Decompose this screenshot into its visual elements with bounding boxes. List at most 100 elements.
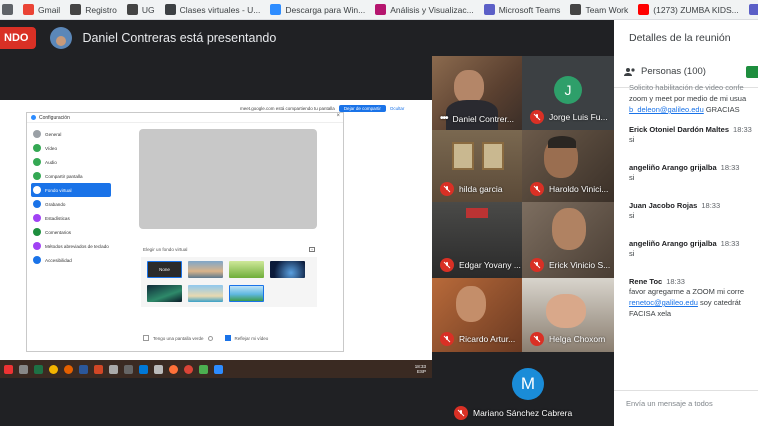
- calculator-icon[interactable]: [109, 364, 118, 374]
- participant-tile[interactable]: M Mariano Sánchez Cabrera: [448, 352, 614, 426]
- message-text: si: [629, 211, 635, 220]
- bookmark-item[interactable]: [2, 4, 13, 15]
- bookmark-label: Registro: [85, 4, 117, 15]
- message-text: favor agregarme a ZOOM mi corre: [629, 287, 745, 296]
- chat-input[interactable]: Envía un mensaje a todos: [626, 399, 713, 408]
- thumb-beach[interactable]: [188, 284, 223, 302]
- menu-item-label: Vídeo: [45, 145, 58, 151]
- bookmarks-bar: Gmail Registro UG Clases virtuales - U... De…: [0, 0, 758, 20]
- mic-off-icon: [440, 332, 454, 346]
- settings-menu-item[interactable]: Estadísticas: [31, 211, 111, 225]
- video-preview: [139, 129, 317, 229]
- chrome-icon-2[interactable]: [184, 364, 193, 374]
- settings-menu-item[interactable]: Audio: [31, 155, 111, 169]
- email-link[interactable]: b_deleon@galileo.edu: [629, 105, 704, 114]
- word-icon[interactable]: [79, 364, 88, 374]
- participant-name: Edgar Yovany ...: [440, 258, 521, 272]
- participant-tile[interactable]: Ricardo Artur...: [432, 278, 522, 352]
- presenting-bar: NDO Daniel Contreras está presentando: [0, 20, 614, 56]
- chat-tab-icon[interactable]: [746, 66, 758, 78]
- participant-tile[interactable]: ••• Daniel Contrer...: [432, 56, 522, 130]
- thumb-none[interactable]: None: [147, 261, 182, 278]
- tab-people[interactable]: Personas (100): [624, 66, 706, 77]
- green-screen-label: Tengo una pantalla verde: [153, 335, 204, 341]
- chat-input-divider: [614, 390, 758, 391]
- bookmark-item[interactable]: Clases virtuales - U...: [164, 4, 260, 15]
- participant-tile[interactable]: Edgar Yovany ...: [432, 202, 522, 278]
- participant-tile[interactable]: Erick Vinicio S...: [522, 202, 614, 278]
- participant-name: Helga Choxom: [530, 332, 605, 346]
- bookmark-item[interactable]: UG: [126, 4, 155, 15]
- zoom-logo-icon: [31, 115, 36, 120]
- green-screen-checkbox[interactable]: [143, 335, 149, 341]
- menu-item-label: Comentarios: [45, 229, 72, 235]
- zoom-taskbar-icon[interactable]: [214, 364, 223, 374]
- bookmark-item[interactable]: Análisis y Visualizac...: [375, 4, 474, 15]
- thumb-grass[interactable]: [229, 261, 264, 278]
- photos-icon[interactable]: [139, 364, 148, 374]
- message-text: FACISA xela: [629, 309, 672, 318]
- windows-start-icon[interactable]: [4, 364, 13, 374]
- participant-name: Erick Vinicio S...: [530, 258, 610, 272]
- bookmark-item[interactable]: MicrosoftTeams: [748, 4, 758, 15]
- settings-taskbar-icon[interactable]: [154, 364, 163, 374]
- gmail-icon: [23, 4, 34, 15]
- chrome-icon[interactable]: [49, 364, 58, 374]
- menu-item-label: General: [45, 131, 62, 137]
- background-thumbnails: None: [141, 257, 317, 307]
- email-link[interactable]: renetoc@galileo.edu: [629, 298, 698, 307]
- settings-menu-item[interactable]: Fondo virtual: [31, 183, 111, 197]
- bookmark-item[interactable]: Gmail: [23, 4, 60, 15]
- settings-menu-item[interactable]: Comentarios: [31, 225, 111, 239]
- menu-item-icon: [33, 186, 41, 194]
- thumb-bridge[interactable]: [188, 261, 223, 278]
- thumb-aurora[interactable]: [147, 284, 182, 302]
- thumb-palm[interactable]: [229, 284, 264, 302]
- settings-menu-item[interactable]: Grabando: [31, 197, 111, 211]
- firefox-icon[interactable]: [64, 364, 73, 374]
- app-icon[interactable]: [199, 364, 208, 374]
- hide-button[interactable]: Ocultar: [390, 106, 405, 111]
- powerpoint-icon[interactable]: [94, 364, 103, 374]
- message-text: si: [629, 173, 635, 182]
- close-icon[interactable]: ×: [336, 113, 340, 119]
- menu-item-icon: [33, 214, 41, 222]
- firefox-icon-2[interactable]: [169, 364, 178, 374]
- mic-off-icon: [454, 406, 468, 420]
- settings-menu-item[interactable]: Métodos abreviados de teclado: [31, 239, 111, 253]
- add-image-icon[interactable]: +: [309, 247, 315, 252]
- bookmark-item[interactable]: Microsoft Teams: [483, 4, 560, 15]
- bookmark-item[interactable]: Team Work: [570, 4, 628, 15]
- menu-item-icon: [33, 130, 41, 138]
- settings-menu-item[interactable]: Accesibilidad: [31, 253, 111, 267]
- registro-icon: [70, 4, 82, 15]
- meet-screen: Gmail Registro UG Clases virtuales - U... De…: [0, 0, 758, 426]
- participant-tile[interactable]: J Jorge Luis Fu...: [522, 56, 614, 130]
- message-text: b_deleon@galileo.edu GRACIAS: [629, 105, 740, 114]
- settings-menu-item[interactable]: General: [31, 127, 111, 141]
- bookmark-item[interactable]: Registro: [70, 4, 117, 15]
- participant-tile[interactable]: Helga Choxom: [522, 278, 614, 352]
- thumb-space[interactable]: [270, 261, 305, 278]
- mic-off-icon: [530, 110, 544, 124]
- excel-icon[interactable]: [34, 364, 43, 374]
- settings-menu-item[interactable]: Compartir pantalla: [31, 169, 111, 183]
- participant-tile[interactable]: hilda garcia: [432, 130, 522, 202]
- help-icon[interactable]: [207, 335, 213, 341]
- camera-icon[interactable]: [124, 364, 133, 374]
- mirror-video-label: Reflejar mi vídeo: [234, 335, 269, 341]
- search-taskbar-icon[interactable]: [19, 364, 28, 374]
- mirror-video-checkbox[interactable]: [224, 335, 231, 341]
- settings-menu-item[interactable]: Vídeo: [31, 141, 111, 155]
- message-author: Erick Otoniel Dardón Maltes 18:33: [629, 125, 752, 134]
- teamwork-icon: [570, 4, 582, 15]
- bookmark-item[interactable]: Descarga para Win...: [270, 4, 365, 15]
- bookmark-label: (1273) ZUMBA KIDS...: [653, 4, 739, 15]
- menu-item-icon: [33, 228, 41, 236]
- bookmark-item[interactable]: (1273) ZUMBA KIDS...: [638, 4, 739, 15]
- stop-sharing-button[interactable]: Dejar de compartir: [338, 104, 386, 112]
- system-clock: 18:33 ESP: [415, 364, 426, 374]
- menu-item-icon: [33, 144, 41, 152]
- shared-screen: meet.google.com está compartiendo tu pan…: [0, 100, 432, 378]
- participant-tile[interactable]: Haroldo Vinici...: [522, 130, 614, 202]
